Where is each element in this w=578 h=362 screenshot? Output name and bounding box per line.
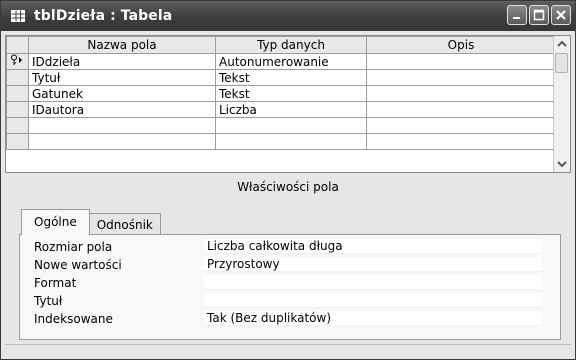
column-header-desc[interactable]: Opis: [366, 36, 556, 54]
row-pointer-icon: [19, 57, 22, 63]
property-row: Indeksowane Tak (Bez duplikatów): [32, 311, 560, 327]
table-icon: [10, 8, 26, 24]
property-label: Format: [34, 276, 77, 290]
vertical-scrollbar[interactable]: [553, 36, 570, 172]
close-button[interactable]: [551, 5, 571, 25]
data-type-cell[interactable]: [215, 117, 367, 134]
table-row[interactable]: IDautora Liczba: [6, 101, 556, 118]
scroll-down-icon: [557, 161, 567, 168]
field-properties-header: Właściwości pola: [237, 180, 339, 194]
data-type-cell[interactable]: Autonumerowanie: [215, 53, 367, 70]
row-selector[interactable]: [6, 85, 29, 102]
field-name-cell[interactable]: Tytuł: [28, 69, 216, 86]
properties-tabs: Ogólne Odnośnik: [21, 209, 161, 235]
field-grid: Nazwa pola Typ danych Opis IDdzieła Auto…: [5, 35, 571, 173]
property-label: Rozmiar pola: [34, 240, 113, 254]
data-type-cell[interactable]: Tekst: [215, 85, 367, 102]
property-row: Nowe wartości Przyrostowy: [32, 257, 560, 273]
table-row[interactable]: [6, 117, 556, 134]
scroll-down-button[interactable]: [555, 157, 569, 171]
column-header-type[interactable]: Typ danych: [215, 36, 367, 54]
field-name-cell[interactable]: [28, 117, 216, 134]
property-row: Format: [32, 275, 560, 291]
table-row[interactable]: IDdzieła Autonumerowanie: [6, 53, 556, 70]
field-name-cell[interactable]: Gatunek: [28, 85, 216, 102]
window-bottom-divider: [5, 344, 571, 345]
property-label: Tytuł: [34, 294, 63, 308]
property-value-field[interactable]: [204, 275, 542, 290]
table-design-window: tblDzieła : Tabela Nazwa pola Typ danych…: [0, 0, 576, 360]
property-value-field[interactable]: [204, 293, 542, 308]
row-selector[interactable]: [6, 133, 29, 150]
close-icon: [556, 10, 566, 20]
header-row: Nazwa pola Typ danych Opis: [6, 36, 556, 54]
row-selector[interactable]: [6, 101, 29, 118]
tab-lookup[interactable]: Odnośnik: [88, 213, 161, 235]
field-name-cell[interactable]: IDautora: [28, 101, 216, 118]
property-label: Indeksowane: [34, 312, 113, 326]
field-name-cell[interactable]: [28, 133, 216, 150]
scroll-thumb[interactable]: [555, 53, 568, 73]
tab-general[interactable]: Ogólne: [21, 209, 90, 235]
table-row[interactable]: [6, 133, 556, 150]
description-cell[interactable]: [366, 53, 556, 70]
table-row[interactable]: Tytuł Tekst: [6, 69, 556, 86]
window-title: tblDzieła : Tabela: [34, 8, 173, 24]
field-name-cell[interactable]: IDdzieła: [28, 53, 216, 70]
description-cell[interactable]: [366, 85, 556, 102]
row-selector[interactable]: [6, 69, 29, 86]
column-header-name[interactable]: Nazwa pola: [28, 36, 216, 54]
key-icon: [11, 54, 22, 65]
property-label: Nowe wartości: [34, 258, 122, 272]
property-row: Rozmiar pola Liczba całkowita długa: [32, 239, 560, 255]
minimize-button[interactable]: [507, 5, 527, 25]
minimize-icon: [513, 17, 520, 19]
description-cell[interactable]: [366, 117, 556, 134]
description-cell[interactable]: [366, 101, 556, 118]
row-selector-header: [6, 36, 29, 54]
window-controls: [507, 5, 571, 25]
general-properties-panel: Rozmiar pola Liczba całkowita długa Nowe…: [19, 234, 561, 340]
title-bar[interactable]: tblDzieła : Tabela: [1, 1, 575, 31]
data-type-cell[interactable]: Liczba: [215, 101, 367, 118]
description-cell[interactable]: [366, 69, 556, 86]
scroll-up-icon: [557, 40, 567, 47]
table-row[interactable]: Gatunek Tekst: [6, 85, 556, 102]
maximize-button[interactable]: [529, 5, 549, 25]
data-type-cell[interactable]: [215, 133, 367, 150]
property-value-field[interactable]: Liczba całkowita długa: [204, 239, 542, 254]
property-value-field[interactable]: Tak (Bez duplikatów): [204, 311, 542, 326]
property-value-field[interactable]: Przyrostowy: [204, 257, 542, 272]
maximize-icon: [533, 9, 545, 21]
row-selector[interactable]: [6, 53, 29, 70]
description-cell[interactable]: [366, 133, 556, 150]
data-type-cell[interactable]: Tekst: [215, 69, 367, 86]
field-table: Nazwa pola Typ danych Opis IDdzieła Auto…: [6, 36, 556, 150]
row-selector[interactable]: [6, 117, 29, 134]
property-row: Tytuł: [32, 293, 560, 309]
scroll-up-button[interactable]: [555, 37, 569, 51]
